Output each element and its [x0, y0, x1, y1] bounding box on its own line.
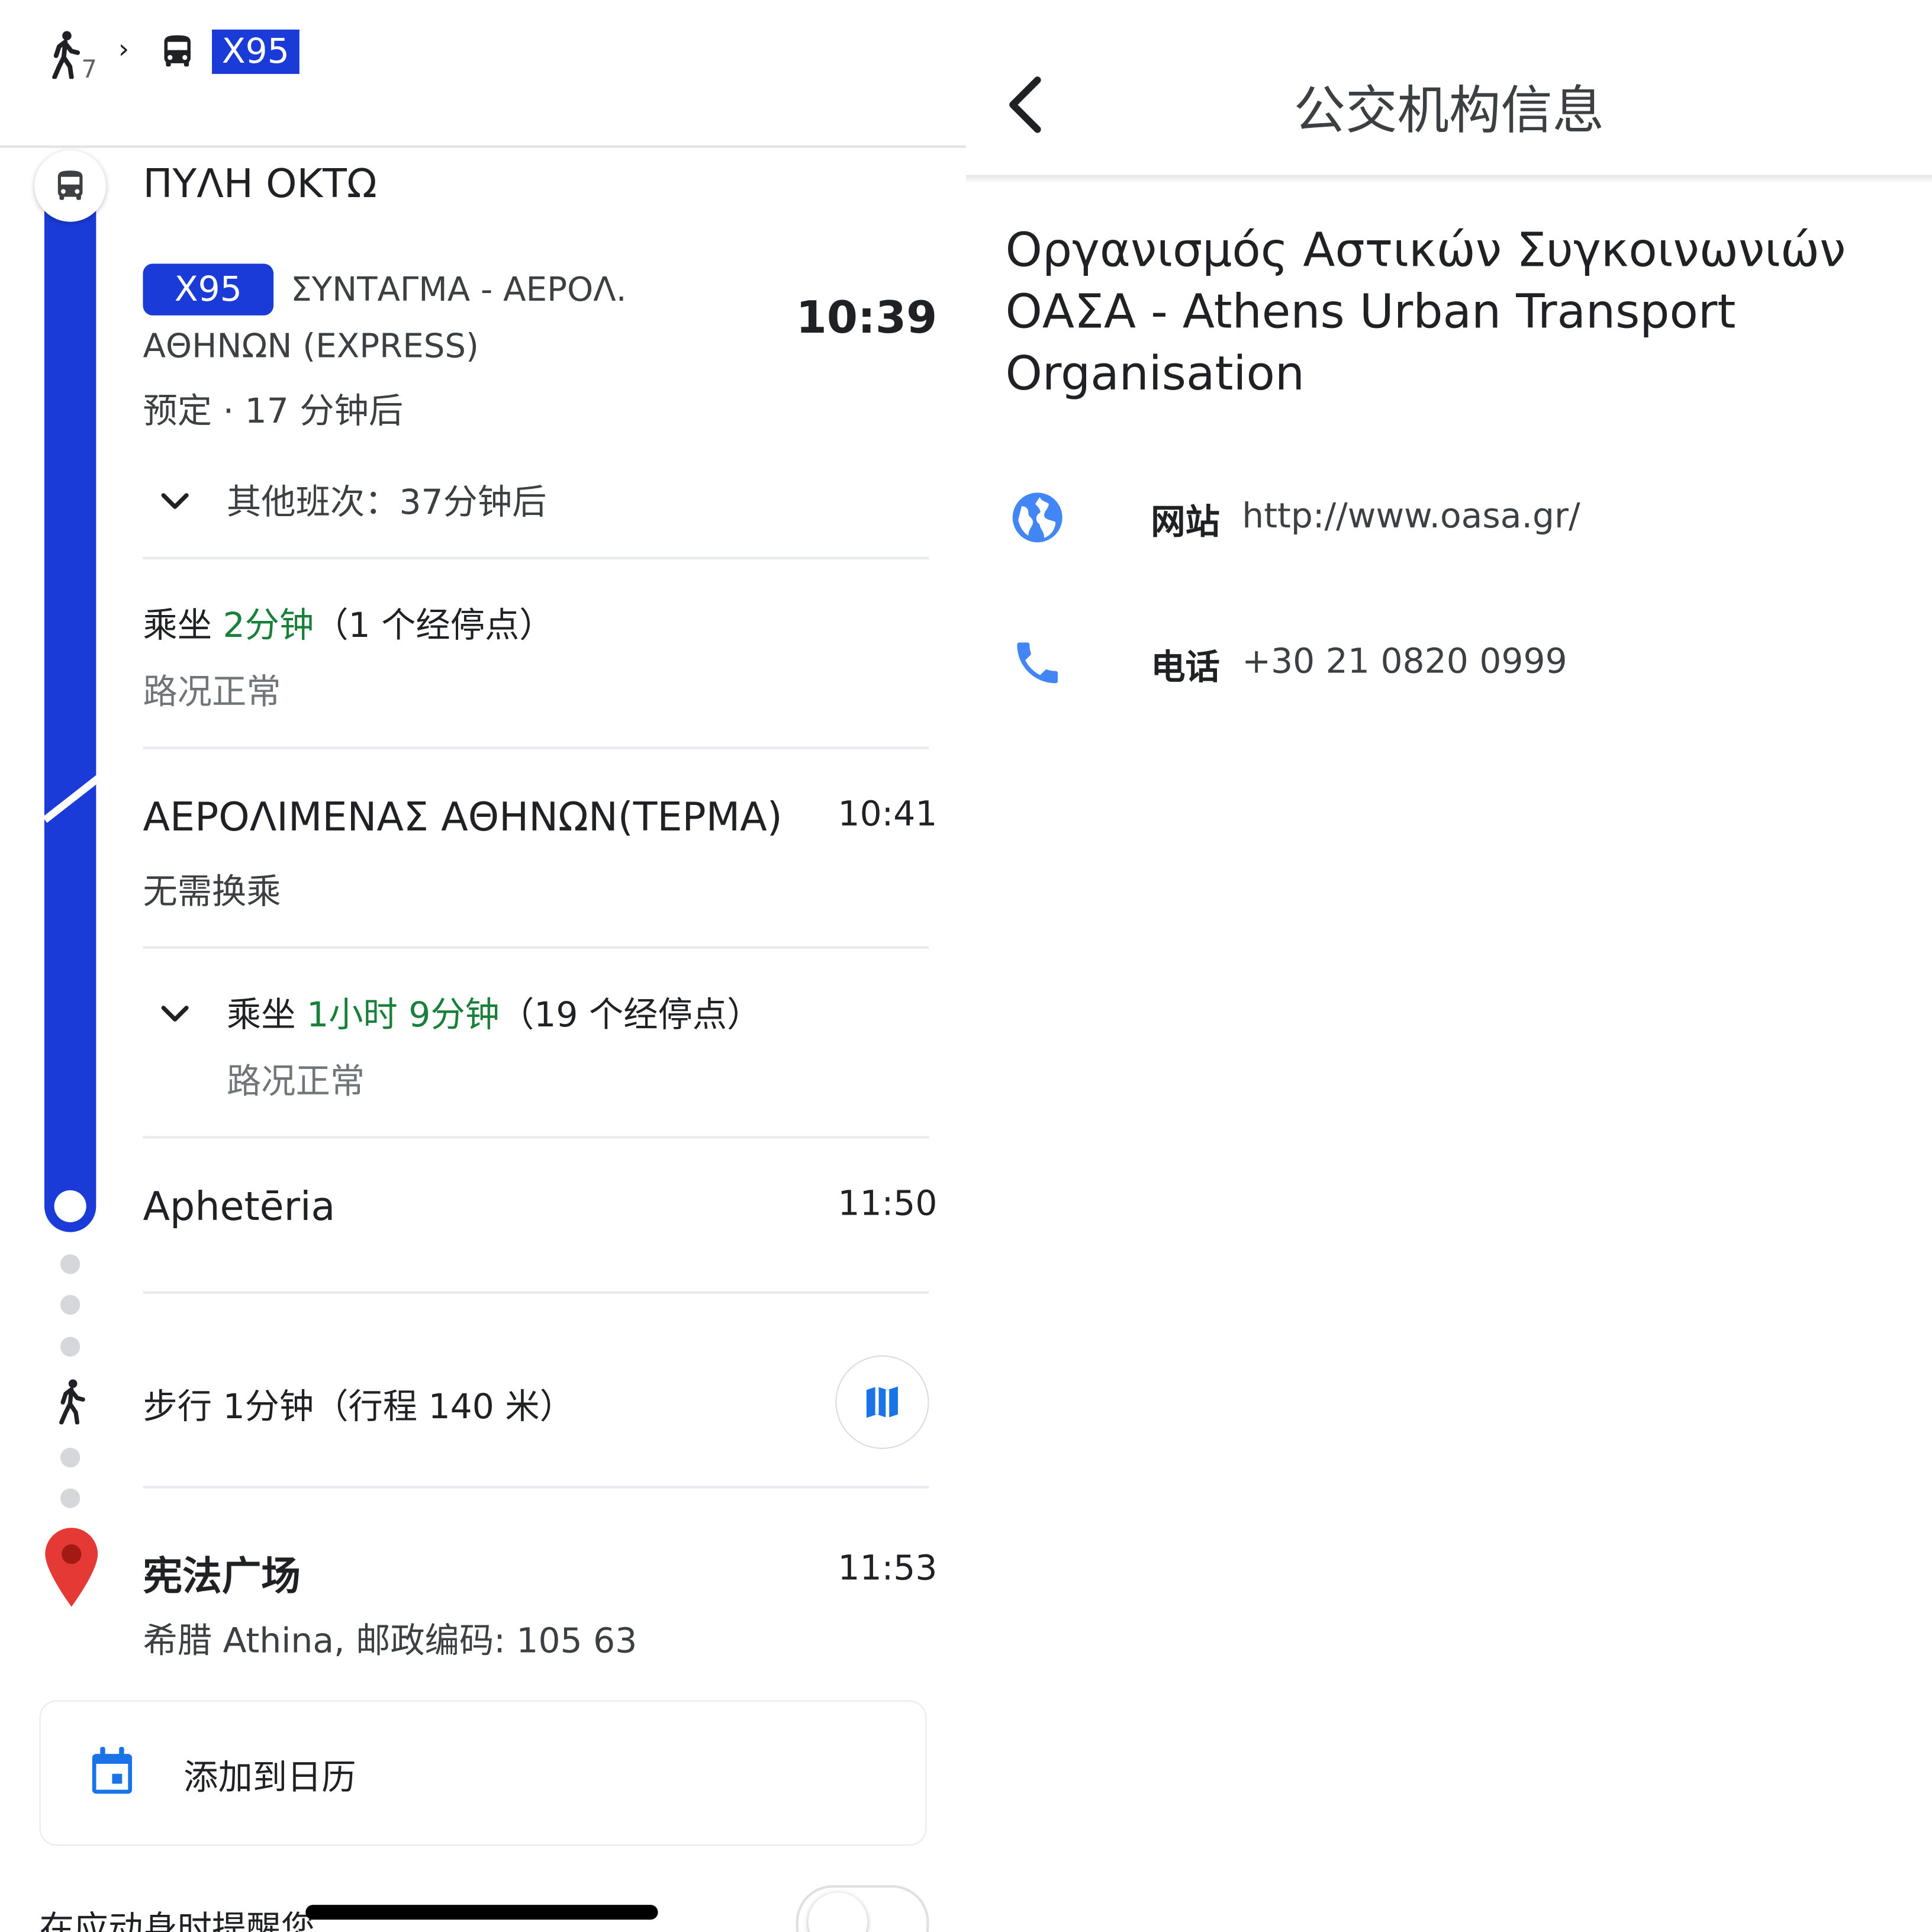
walk-path-dot: [60, 1488, 80, 1508]
walk-path-dot: [60, 1295, 80, 1315]
alight-stop-time: 11:50: [838, 1183, 938, 1224]
walk-path-dot: [60, 1254, 80, 1274]
agency-name: Οργανισμός Αστικών Συγκοινωνιών ΟΑΣΑ - A…: [1005, 223, 1846, 401]
transfer-stop-time: 10:41: [838, 793, 938, 835]
screen: 7 › X95 ΠΥΛΗ ΟΚΤΩ X95 ΣΥΝΤΑΓΜΑ - ΑΕΡΟΛ. …: [0, 0, 1932, 1932]
ride-stops: （1 个经停点）: [314, 605, 554, 646]
ride-prefix: 乘坐: [143, 605, 223, 646]
ride-duration: 2分钟: [223, 605, 314, 646]
walk-step-text: 步行 1分钟（行程 140 米）: [143, 1386, 574, 1427]
ride-summary-2: 乘坐 1小时 9分钟（19 个经停点）: [227, 988, 761, 1037]
ride-summary-1: 乘坐 2分钟（1 个经停点）: [143, 599, 553, 648]
line-destination-line2: ΑΘΗΝΩΝ (EXPRESS): [143, 327, 479, 366]
phone-icon: [1017, 642, 1058, 684]
line-badge: X95: [143, 263, 274, 315]
divider: [143, 556, 929, 560]
ride-stops: （19 个经停点）: [499, 994, 762, 1035]
divider: [143, 946, 929, 949]
calendar-icon: [92, 1747, 133, 1794]
phone-number[interactable]: +30 21 0820 0999: [1242, 640, 1567, 681]
walk-minutes: 7: [81, 54, 97, 84]
walk-map-button[interactable]: [835, 1355, 929, 1449]
bus-icon: [164, 35, 191, 67]
other-departures-text: 其他班次：37分钟后: [227, 481, 547, 523]
home-indicator[interactable]: [305, 1905, 658, 1920]
divider: [143, 1486, 929, 1489]
bus-icon: [57, 170, 83, 200]
chevron-down-icon: [161, 493, 189, 509]
add-to-calendar-label: 添加到日历: [183, 1757, 356, 1798]
line-destination-line1: ΣΥΝΤΑΓΜΑ - ΑΕΡΟΛ.: [291, 271, 627, 310]
destination-time: 11:53: [838, 1547, 938, 1589]
other-departures-toggle[interactable]: 其他班次：37分钟后: [143, 468, 931, 530]
route-line: [44, 185, 96, 1232]
destination-address: 希腊 Athina, 邮政编码: 105 63: [143, 1620, 637, 1661]
reminder-label: 在应动身时提醒您: [39, 1908, 315, 1932]
route-summary-bar[interactable]: 7 › X95: [0, 0, 966, 146]
divider: [143, 1291, 929, 1294]
traffic-status: 路况正常: [143, 671, 281, 713]
ride-duration: 1小时 9分钟: [307, 994, 500, 1035]
walk-icon: [59, 1379, 85, 1425]
website-row[interactable]: 网站 http://www.oasa.gr/: [966, 468, 1932, 567]
ride-stops-toggle[interactable]: 乘坐 1小时 9分钟（19 个经停点） 路况正常: [143, 981, 931, 1116]
schedule-status: 预定 · 17 分钟后: [143, 390, 404, 432]
website-label: 网站: [1151, 501, 1220, 542]
route-details-pane: 7 › X95 ΠΥΛΗ ΟΚΤΩ X95 ΣΥΝΤΑΓΜΑ - ΑΕΡΟΛ. …: [0, 0, 966, 1932]
walk-path-dot: [60, 1337, 80, 1357]
transfer-stop-name[interactable]: ΑΕΡΟΛΙΜΕΝΑΣ ΑΘΗΝΩΝ(ΤΕΡΜΑ): [143, 794, 782, 841]
chevron-right-icon: ›: [118, 34, 130, 66]
map-icon: [866, 1386, 898, 1418]
alight-stop-name[interactable]: Aphetēria: [143, 1183, 335, 1229]
phone-label: 电话: [1151, 646, 1220, 688]
globe-icon: [1012, 492, 1062, 543]
departure-time: 10:39: [796, 293, 938, 344]
divider: [143, 1136, 929, 1139]
screen-content: 7 › X95 ΠΥΛΗ ΟΚΤΩ X95 ΣΥΝΤΑΓΜΑ - ΑΕΡΟΛ. …: [0, 0, 1932, 1932]
phone-row[interactable]: 电话 +30 21 0820 0999: [966, 614, 1932, 713]
origin-stop-name[interactable]: ΠΥΛΗ ΟΚΤΩ: [143, 160, 376, 207]
alight-stop-marker: [54, 1190, 86, 1222]
origin-stop-marker: [34, 150, 107, 222]
destination-name[interactable]: 宪法广场: [143, 1545, 300, 1602]
website-link[interactable]: http://www.oasa.gr/: [1242, 495, 1580, 536]
line-badge: X95: [212, 29, 300, 74]
pin-icon: [45, 1528, 98, 1607]
add-to-calendar-button[interactable]: 添加到日历: [39, 1700, 927, 1846]
divider: [143, 746, 929, 749]
chevron-down-icon: [161, 1006, 189, 1022]
transfer-note: 无需换乘: [143, 871, 281, 912]
header-divider: [965, 175, 1932, 183]
header-divider: [0, 145, 966, 148]
page-title: 公交机构信息: [1293, 80, 1605, 141]
walk-path-dot: [60, 1447, 80, 1468]
walk-icon: [52, 31, 80, 79]
ride-prefix: 乘坐: [227, 994, 307, 1035]
traffic-status: 路况正常: [227, 1061, 365, 1102]
